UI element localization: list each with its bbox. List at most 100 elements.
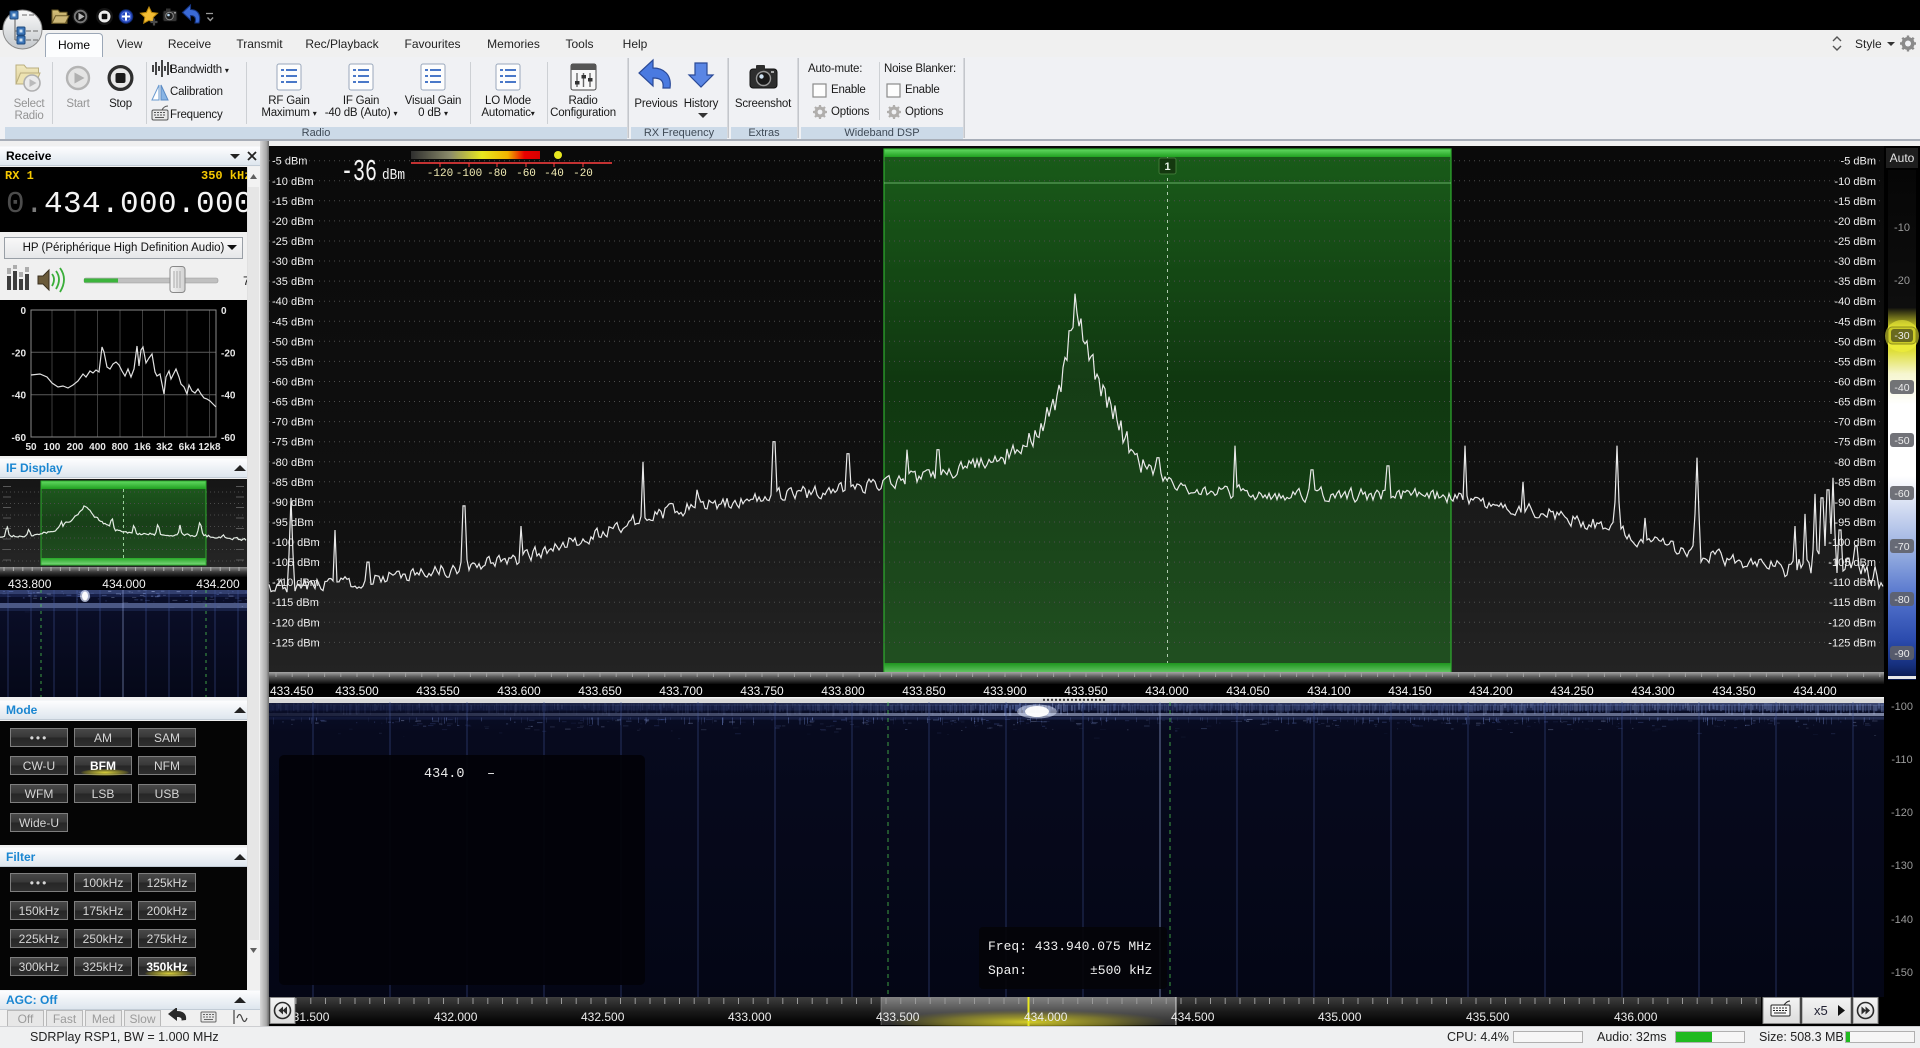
svg-text:-25 dBm: -25 dBm bbox=[1834, 236, 1876, 248]
svg-text:433.850: 433.850 bbox=[902, 684, 946, 698]
svg-text:-30: -30 bbox=[1894, 330, 1909, 342]
svg-text:-70: -70 bbox=[1894, 541, 1909, 553]
svg-text:-90 dBm: -90 dBm bbox=[272, 497, 314, 509]
svg-text:434.400: 434.400 bbox=[1793, 684, 1837, 698]
svg-text:433.800: 433.800 bbox=[821, 684, 865, 698]
svg-text:-55 dBm: -55 dBm bbox=[1834, 356, 1876, 368]
svg-text:-85 dBm: -85 dBm bbox=[1834, 477, 1876, 489]
svg-text:435.500: 435.500 bbox=[1466, 1010, 1510, 1024]
svg-text:-65 dBm: -65 dBm bbox=[272, 397, 314, 409]
svg-text:-100: -100 bbox=[456, 168, 482, 180]
svg-text:434.500: 434.500 bbox=[1171, 1010, 1215, 1024]
svg-text:-95 dBm: -95 dBm bbox=[1834, 517, 1876, 529]
svg-text:-70 dBm: -70 dBm bbox=[1834, 417, 1876, 429]
svg-text:-5 dBm: -5 dBm bbox=[272, 156, 307, 168]
svg-text:-100 dBm: -100 dBm bbox=[272, 537, 320, 549]
svg-text:-5 dBm: -5 dBm bbox=[1841, 156, 1876, 168]
svg-text:Span:: Span: bbox=[988, 963, 1027, 978]
svg-text:-35 dBm: -35 dBm bbox=[1834, 276, 1876, 288]
svg-text:433.950: 433.950 bbox=[1064, 684, 1108, 698]
svg-text:433.450: 433.450 bbox=[270, 684, 314, 698]
svg-text:-60 dBm: -60 dBm bbox=[272, 377, 314, 389]
svg-text:-80 dBm: -80 dBm bbox=[272, 457, 314, 469]
svg-text:-36: -36 bbox=[341, 155, 377, 190]
svg-text:-120 dBm: -120 dBm bbox=[272, 617, 320, 629]
svg-text:-30 dBm: -30 dBm bbox=[272, 256, 314, 268]
svg-text:-80 dBm: -80 dBm bbox=[1834, 457, 1876, 469]
svg-text:-25 dBm: -25 dBm bbox=[272, 236, 314, 248]
svg-text:-105 dBm: -105 dBm bbox=[272, 557, 320, 569]
svg-text:-130: -130 bbox=[1891, 860, 1913, 872]
svg-text:434.100: 434.100 bbox=[1307, 684, 1351, 698]
svg-text:434.250: 434.250 bbox=[1550, 684, 1594, 698]
svg-text:-120 dBm: -120 dBm bbox=[1828, 617, 1876, 629]
svg-text:-125 dBm: -125 dBm bbox=[272, 637, 320, 649]
svg-text:434.350: 434.350 bbox=[1712, 684, 1756, 698]
svg-text:-120: -120 bbox=[427, 168, 453, 180]
svg-text:-10 dBm: -10 dBm bbox=[1834, 176, 1876, 188]
svg-text:-40 dBm: -40 dBm bbox=[1834, 296, 1876, 308]
svg-text:-75 dBm: -75 dBm bbox=[1834, 437, 1876, 449]
svg-text:-110: -110 bbox=[1891, 754, 1912, 766]
svg-text:433.550: 433.550 bbox=[416, 684, 460, 698]
svg-text:432.000: 432.000 bbox=[434, 1010, 478, 1024]
svg-text:-75 dBm: -75 dBm bbox=[272, 437, 314, 449]
svg-text:-40 dBm: -40 dBm bbox=[272, 296, 314, 308]
svg-text:-35 dBm: -35 dBm bbox=[272, 276, 314, 288]
svg-text:-50 dBm: -50 dBm bbox=[272, 336, 314, 348]
svg-text:433.600: 433.600 bbox=[497, 684, 541, 698]
svg-text:-140: -140 bbox=[1891, 914, 1913, 926]
svg-text:-105 dBm: -105 dBm bbox=[1828, 557, 1876, 569]
svg-text:433.900: 433.900 bbox=[983, 684, 1027, 698]
svg-text:x5: x5 bbox=[1814, 1003, 1828, 1018]
svg-text:-10 dBm: -10 dBm bbox=[272, 176, 314, 188]
svg-text:-45 dBm: -45 dBm bbox=[272, 316, 314, 328]
svg-text:-120: -120 bbox=[1891, 807, 1913, 819]
svg-text:433.750: 433.750 bbox=[740, 684, 784, 698]
svg-text:-60: -60 bbox=[516, 168, 536, 180]
svg-text:433.700: 433.700 bbox=[659, 684, 703, 698]
svg-text:434.000: 434.000 bbox=[1145, 684, 1189, 698]
svg-text:Auto: Auto bbox=[1890, 151, 1915, 165]
svg-text:-15 dBm: -15 dBm bbox=[272, 196, 314, 208]
svg-text:-100 dBm: -100 dBm bbox=[1828, 537, 1876, 549]
svg-text:dBm: dBm bbox=[382, 167, 405, 184]
svg-text:-20 dBm: -20 dBm bbox=[272, 216, 314, 228]
svg-text:434.000: 434.000 bbox=[1024, 1010, 1068, 1024]
svg-text:-100: -100 bbox=[1891, 701, 1913, 713]
svg-text:-70 dBm: -70 dBm bbox=[272, 417, 314, 429]
svg-text:432.500: 432.500 bbox=[581, 1010, 625, 1024]
svg-text:Freq: 433.940.075 MHz: Freq: 433.940.075 MHz bbox=[988, 939, 1152, 954]
svg-text:-40: -40 bbox=[544, 168, 564, 180]
svg-text:-65 dBm: -65 dBm bbox=[1834, 397, 1876, 409]
svg-text:-60: -60 bbox=[1894, 488, 1909, 500]
svg-text:-50 dBm: -50 dBm bbox=[1834, 336, 1876, 348]
svg-text:434.050: 434.050 bbox=[1226, 684, 1270, 698]
svg-text:-55 dBm: -55 dBm bbox=[272, 356, 314, 368]
svg-text:-60 dBm: -60 dBm bbox=[1834, 377, 1876, 389]
svg-text:-20: -20 bbox=[573, 168, 593, 180]
svg-text:-80: -80 bbox=[487, 168, 507, 180]
svg-text:433.000: 433.000 bbox=[728, 1010, 772, 1024]
svg-text:-110 dBm: -110 dBm bbox=[1829, 577, 1876, 589]
svg-text:-20 dBm: -20 dBm bbox=[1834, 216, 1876, 228]
svg-text:436.000: 436.000 bbox=[1614, 1010, 1658, 1024]
svg-text:-150: -150 bbox=[1891, 967, 1913, 979]
svg-text:433.500: 433.500 bbox=[335, 684, 379, 698]
svg-text:1: 1 bbox=[1164, 161, 1170, 173]
svg-text:435.000: 435.000 bbox=[1318, 1010, 1362, 1024]
svg-text:-10: -10 bbox=[1894, 222, 1910, 234]
svg-text:-15 dBm: -15 dBm bbox=[1834, 196, 1876, 208]
svg-text:433.650: 433.650 bbox=[578, 684, 622, 698]
svg-text:434.0: 434.0 bbox=[424, 767, 465, 782]
svg-text:-50: -50 bbox=[1894, 435, 1909, 447]
svg-text:±500 kHz: ±500 kHz bbox=[1090, 963, 1152, 978]
svg-text:-85 dBm: -85 dBm bbox=[272, 477, 314, 489]
svg-text:434.300: 434.300 bbox=[1631, 684, 1675, 698]
svg-text:-40: -40 bbox=[1894, 382, 1909, 394]
svg-text:-45 dBm: -45 dBm bbox=[1834, 316, 1876, 328]
svg-text:-90 dBm: -90 dBm bbox=[1834, 497, 1876, 509]
svg-text:-80: -80 bbox=[1894, 594, 1909, 606]
svg-text:434.200: 434.200 bbox=[1469, 684, 1513, 698]
svg-text:-125 dBm: -125 dBm bbox=[1828, 637, 1876, 649]
